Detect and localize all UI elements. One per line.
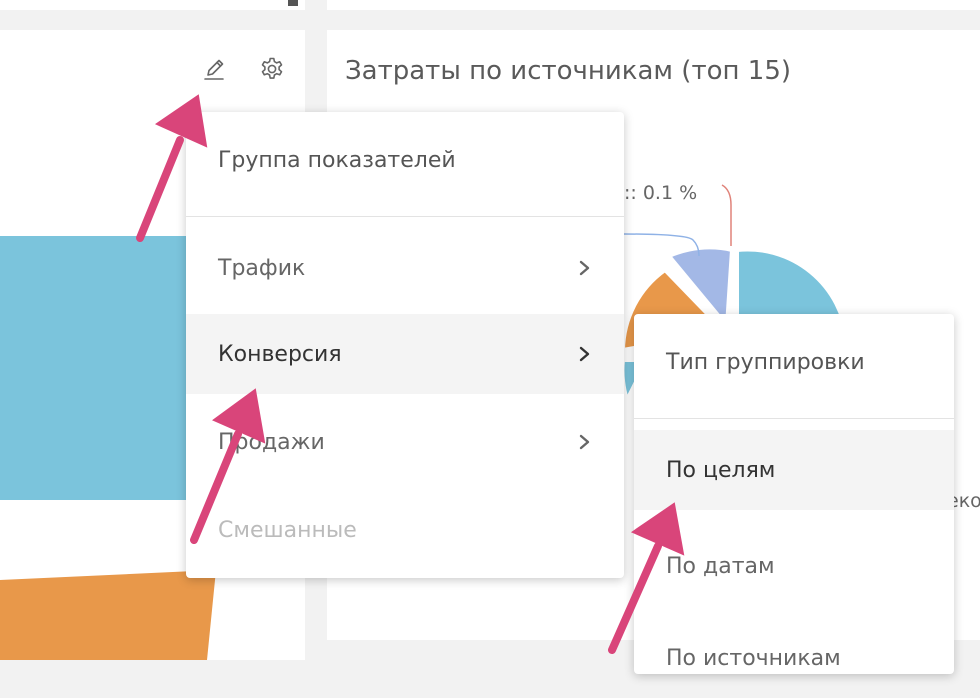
menu-item-conversion[interactable]: Конверсия [186,314,624,394]
scroll-marker [288,0,298,6]
menu-item-label: Продажи [218,429,325,455]
menu-item-sales[interactable]: Продажи [186,402,624,482]
submenu-item-label: По источникам [666,645,841,671]
top-strip-left [0,0,305,10]
menu-item-label: Трафик [218,255,306,281]
chevron-right-icon [579,346,590,362]
submenu-item-by-dates[interactable]: По датам [634,526,954,606]
menu-item-label: Конверсия [218,341,342,367]
grouping-type-submenu: Тип группировки По целям По датам По ист… [634,314,954,674]
submenu-item-by-sources[interactable]: По источникам [634,618,954,698]
menu-item-label: Смешанные [218,517,357,543]
submenu-item-by-goals[interactable]: По целям [634,430,954,510]
bar-block-blue [0,236,200,500]
bar-block-orange [0,570,216,660]
submenu-divider [634,418,954,419]
gear-icon[interactable] [258,55,286,83]
metric-group-menu-header: Группа показателей [218,148,456,173]
grouping-type-header: Тип группировки [666,350,865,375]
pie-leader-line-red [721,184,732,246]
pie-label-percent: :: 0.1 % [624,182,698,204]
chevron-right-icon [579,434,590,450]
pencil-icon[interactable] [200,55,228,83]
submenu-item-label: По целям [666,457,776,483]
menu-item-mixed: Смешанные [186,490,624,570]
submenu-item-label: По датам [666,553,775,579]
metric-group-menu: Группа показателей Трафик Конверсия Прод… [186,112,624,578]
chevron-right-icon [579,260,590,276]
menu-item-traffic[interactable]: Трафик [186,228,624,308]
menu-divider [186,216,624,217]
top-strip-right [327,0,980,10]
